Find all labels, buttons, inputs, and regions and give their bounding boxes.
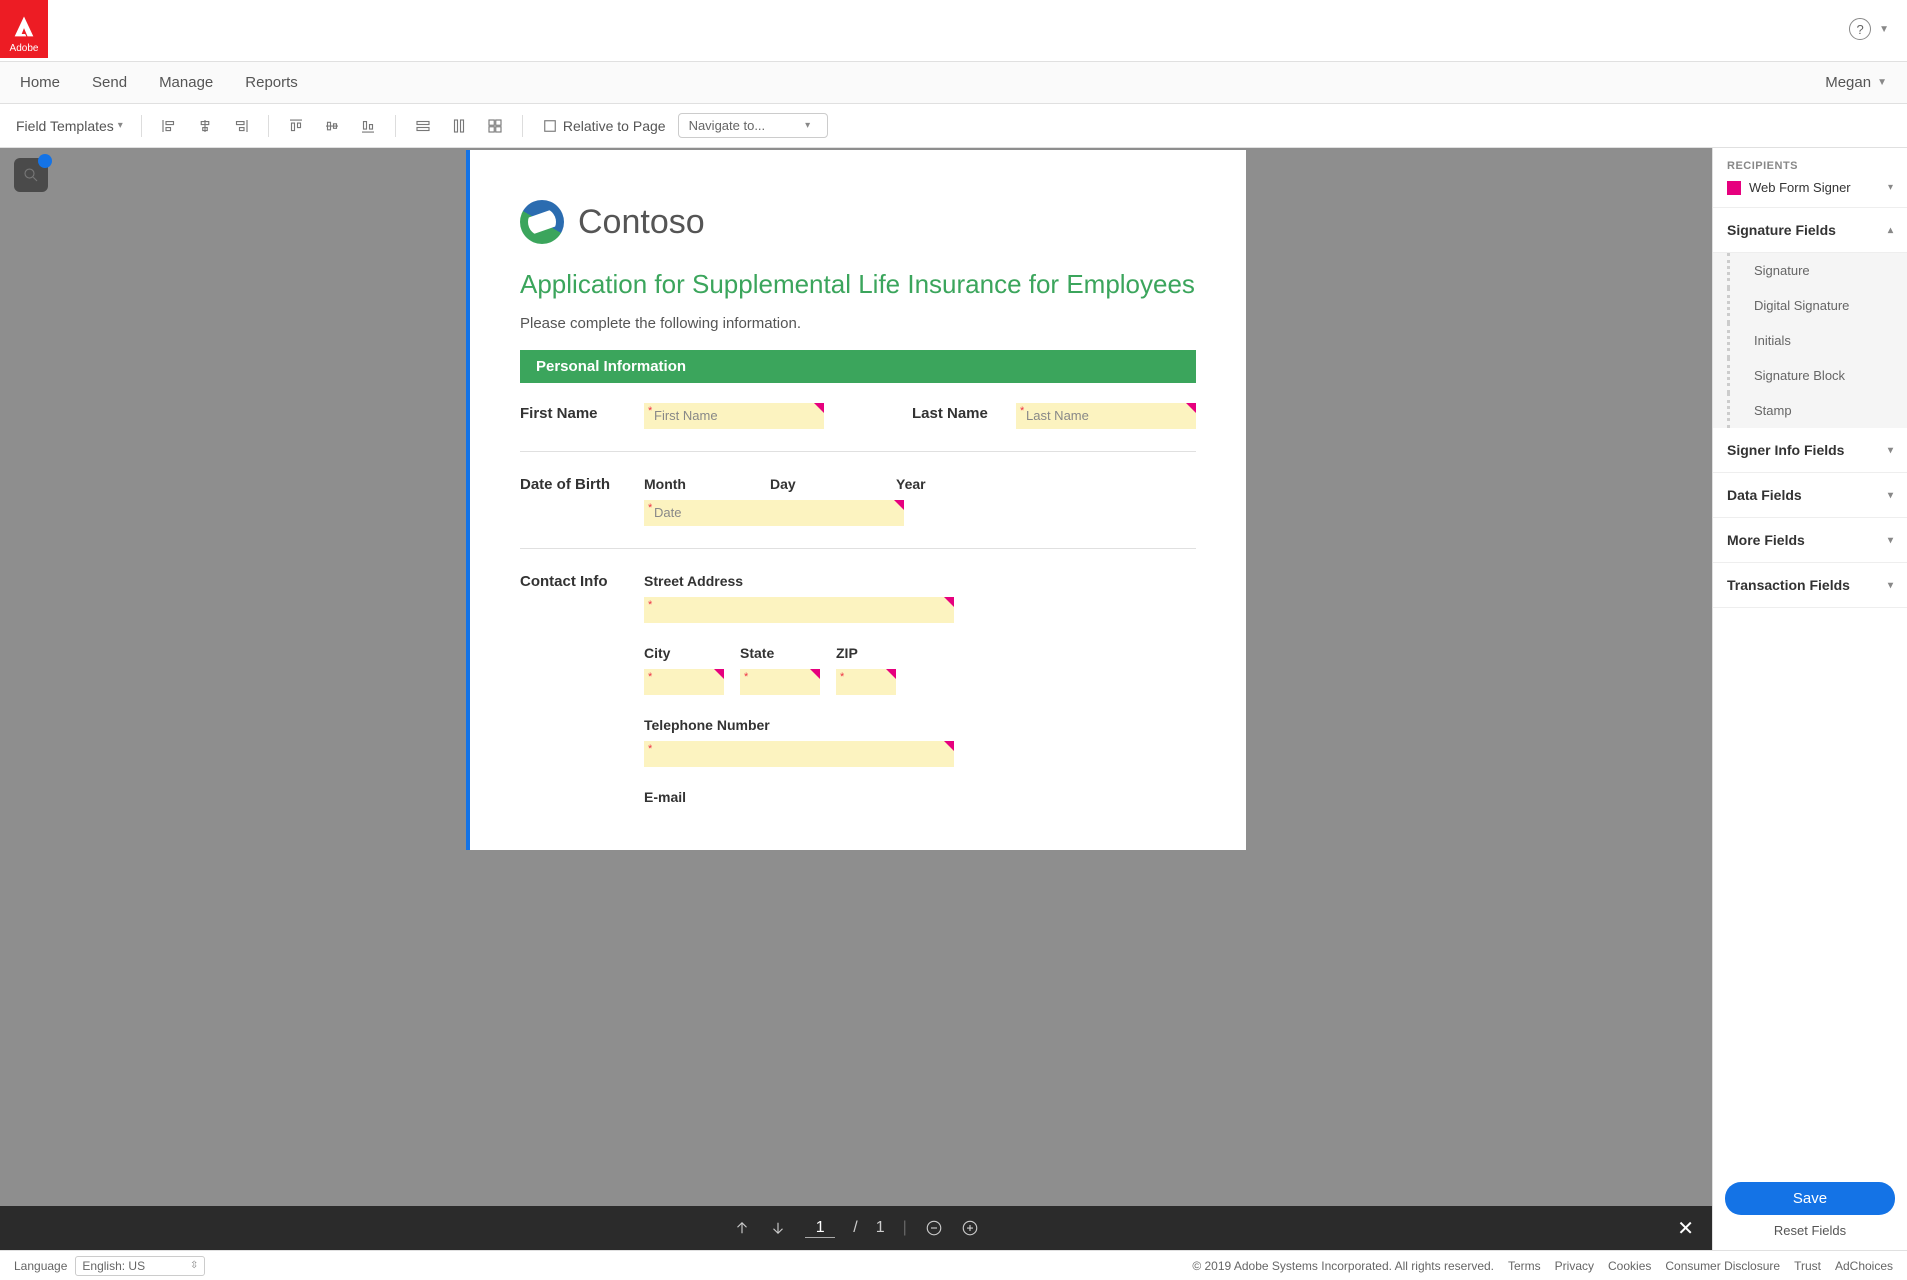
doc-brand: Contoso	[578, 203, 705, 242]
acc-more-fields[interactable]: More Fields▾	[1713, 518, 1907, 563]
zoom-tool-icon[interactable]	[14, 158, 48, 192]
toolbar: Field Templates▾ Relative to Page Naviga…	[0, 104, 1907, 148]
right-panel: RECIPIENTS Web Form Signer ▾ Signature F…	[1712, 148, 1907, 1250]
doc-subtitle: Please complete the following informatio…	[520, 315, 1196, 332]
align-bottom-icon[interactable]	[353, 113, 383, 139]
align-top-icon[interactable]	[281, 113, 311, 139]
page-current[interactable]: 1	[805, 1219, 835, 1238]
page-bar: 1 / 1 | ✕	[0, 1206, 1712, 1250]
canvas-area: Contoso Application for Supplemental Lif…	[0, 148, 1712, 1250]
street-field[interactable]: *	[644, 597, 954, 623]
label-phone: Telephone Number	[644, 715, 1196, 733]
divider	[141, 115, 142, 137]
label-street: Street Address	[644, 571, 1196, 589]
close-icon[interactable]: ✕	[1677, 1216, 1694, 1241]
first-name-field[interactable]: *First Name	[644, 403, 824, 429]
align-right-icon[interactable]	[226, 113, 256, 139]
recipients-heading: RECIPIENTS	[1727, 160, 1893, 172]
zip-field[interactable]: *	[836, 669, 896, 695]
phone-field[interactable]: *	[644, 741, 954, 767]
footer: Language English: US⇳ © 2019 Adobe Syste…	[0, 1250, 1907, 1280]
recipient-signer[interactable]: Web Form Signer ▾	[1727, 180, 1893, 195]
page-sep: /	[853, 1219, 857, 1237]
field-initials[interactable]: Initials	[1727, 323, 1907, 358]
match-size-icon[interactable]	[480, 113, 510, 139]
field-signature[interactable]: Signature	[1727, 253, 1907, 288]
nav-reports[interactable]: Reports	[245, 74, 298, 91]
label-city: City	[644, 643, 724, 661]
footer-privacy[interactable]: Privacy	[1555, 1259, 1594, 1273]
align-center-h-icon[interactable]	[190, 113, 220, 139]
reset-fields-link[interactable]: Reset Fields	[1725, 1223, 1895, 1238]
label-dob: Date of Birth	[520, 474, 620, 493]
acc-data-fields[interactable]: Data Fields▾	[1713, 473, 1907, 518]
prev-page-icon[interactable]	[733, 1219, 751, 1237]
acc-signer-info[interactable]: Signer Info Fields▾	[1713, 428, 1907, 473]
contoso-logo	[520, 200, 564, 244]
date-field[interactable]: *Date	[644, 500, 904, 526]
footer-disclosure[interactable]: Consumer Disclosure	[1665, 1259, 1780, 1273]
label-zip: ZIP	[836, 643, 896, 661]
city-field[interactable]: *	[644, 669, 724, 695]
match-width-icon[interactable]	[408, 113, 438, 139]
footer-terms[interactable]: Terms	[1508, 1259, 1541, 1273]
field-stamp[interactable]: Stamp	[1727, 393, 1907, 428]
footer-cookies[interactable]: Cookies	[1608, 1259, 1651, 1273]
navigate-to-select[interactable]: Navigate to...▾	[678, 113, 828, 138]
document: Contoso Application for Supplemental Lif…	[466, 150, 1246, 850]
nav-bar: Home Send Manage Reports Megan▼	[0, 62, 1907, 104]
acc-signature-fields[interactable]: Signature Fields▴	[1713, 208, 1907, 253]
save-button[interactable]: Save	[1725, 1182, 1895, 1215]
adobe-logo: Adobe	[0, 0, 48, 58]
user-menu[interactable]: Megan▼	[1825, 74, 1887, 91]
doc-title: Application for Supplemental Life Insura…	[520, 268, 1196, 301]
state-field[interactable]: *	[740, 669, 820, 695]
nav-manage[interactable]: Manage	[159, 74, 213, 91]
nav-home[interactable]: Home	[20, 74, 60, 91]
field-templates-dropdown[interactable]: Field Templates▾	[10, 114, 129, 138]
last-name-field[interactable]: *Last Name	[1016, 403, 1196, 429]
label-month: Month	[644, 474, 754, 492]
label-year: Year	[896, 474, 956, 492]
divider	[522, 115, 523, 137]
divider	[268, 115, 269, 137]
help-icon[interactable]: ?	[1849, 18, 1871, 40]
field-signature-block[interactable]: Signature Block	[1727, 358, 1907, 393]
label-state: State	[740, 643, 820, 661]
align-left-icon[interactable]	[154, 113, 184, 139]
zoom-out-icon[interactable]	[925, 1219, 943, 1237]
language-label: Language	[14, 1259, 67, 1273]
label-contact: Contact Info	[520, 571, 620, 590]
footer-adchoices[interactable]: AdChoices	[1835, 1259, 1893, 1273]
field-digital-signature[interactable]: Digital Signature	[1727, 288, 1907, 323]
label-first-name: First Name	[520, 403, 620, 422]
copyright: © 2019 Adobe Systems Incorporated. All r…	[1192, 1259, 1494, 1273]
section-header: Personal Information	[520, 350, 1196, 383]
footer-trust[interactable]: Trust	[1794, 1259, 1821, 1273]
align-middle-icon[interactable]	[317, 113, 347, 139]
help-dropdown-chevron[interactable]: ▼	[1879, 24, 1889, 35]
nav-send[interactable]: Send	[92, 74, 127, 91]
next-page-icon[interactable]	[769, 1219, 787, 1237]
zoom-in-icon[interactable]	[961, 1219, 979, 1237]
language-select[interactable]: English: US⇳	[75, 1256, 205, 1276]
relative-to-page-toggle[interactable]: Relative to Page	[535, 113, 672, 139]
signer-color-swatch	[1727, 181, 1741, 195]
label-email: E-mail	[644, 787, 1196, 805]
divider	[395, 115, 396, 137]
brand-bar: Adobe ? ▼	[0, 0, 1907, 62]
match-height-icon[interactable]	[444, 113, 474, 139]
label-day: Day	[770, 474, 880, 492]
acc-transaction-fields[interactable]: Transaction Fields▾	[1713, 563, 1907, 608]
label-last-name: Last Name	[912, 403, 992, 422]
page-total: 1	[876, 1219, 885, 1237]
signature-fields-list: Signature Digital Signature Initials Sig…	[1713, 253, 1907, 428]
